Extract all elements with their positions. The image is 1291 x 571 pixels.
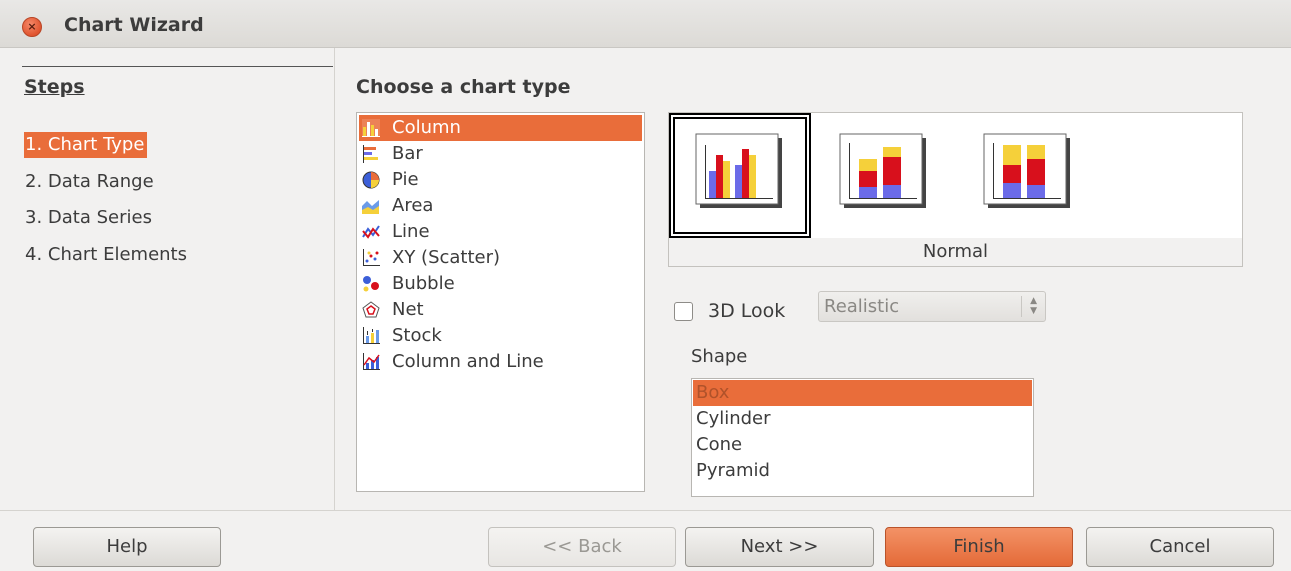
stacked-column-variant-icon <box>839 133 926 208</box>
window-title: Chart Wizard <box>64 14 204 36</box>
percent-stacked-column-variant[interactable] <box>961 113 1103 238</box>
area-chart-icon <box>362 200 379 214</box>
pie-chart-icon <box>362 171 380 189</box>
chart-type-line[interactable]: Line <box>359 219 642 245</box>
net-chart-icon <box>362 301 380 318</box>
help-button[interactable]: Help <box>33 527 221 567</box>
scatter-chart-icon <box>363 249 380 266</box>
line-chart-icon <box>362 225 380 239</box>
close-icon[interactable]: × <box>22 17 42 37</box>
step-chart-elements[interactable]: 4. Chart Elements <box>24 242 190 268</box>
choose-chart-type-title: Choose a chart type <box>356 76 571 98</box>
chart-type-list[interactable]: Column Bar Pie Area Line XY (Scatter) Bu… <box>356 112 645 492</box>
shape-list[interactable]: Box Cylinder Cone Pyramid <box>691 378 1034 497</box>
chart-type-bar[interactable]: Bar <box>359 141 642 167</box>
chart-type-pie[interactable]: Pie <box>359 167 642 193</box>
bubble-chart-icon <box>363 276 379 292</box>
chart-type-label: XY (Scatter) <box>392 247 501 268</box>
steps-sidebar: Steps 1. Chart Type 2. Data Range 3. Dat… <box>0 48 335 510</box>
3d-scheme-select[interactable]: Realistic ▲ ▼ <box>818 291 1046 322</box>
chart-type-label: Line <box>392 221 430 242</box>
shape-item-cone[interactable]: Cone <box>693 432 1032 458</box>
steps-title: Steps <box>24 76 85 98</box>
chart-type-stock[interactable]: Stock <box>359 323 642 349</box>
chart-type-label: Stock <box>392 325 442 346</box>
step-chart-type[interactable]: 1. Chart Type <box>24 132 148 158</box>
chart-type-column-and-line[interactable]: Column and Line <box>359 349 642 375</box>
chart-variant-panel: Normal <box>668 112 1243 267</box>
chart-type-label: Bubble <box>392 273 455 294</box>
button-bar: Help << Back Next >> Finish Cancel <box>0 510 1291 571</box>
chart-type-net[interactable]: Net <box>359 297 642 323</box>
step-data-range[interactable]: 2. Data Range <box>24 169 157 195</box>
finish-button[interactable]: Finish <box>885 527 1073 567</box>
normal-column-variant[interactable] <box>669 113 811 238</box>
variant-caption: Normal <box>669 238 1242 266</box>
3d-look-label-text: 3D Look <box>708 300 786 322</box>
bar-chart-icon <box>363 145 378 163</box>
chart-type-label: Column <box>392 117 461 138</box>
percent-stacked-column-variant-icon <box>983 133 1070 208</box>
3d-look-label: 3D Look <box>708 300 785 322</box>
shape-item-pyramid[interactable]: Pyramid <box>693 458 1032 484</box>
shape-item-box[interactable]: Box <box>693 380 1032 406</box>
chart-type-label: Net <box>392 299 424 320</box>
stock-chart-icon <box>363 327 380 344</box>
chart-type-area[interactable]: Area <box>359 193 642 219</box>
3d-look-checkbox[interactable] <box>674 302 693 321</box>
chart-type-xy-scatter[interactable]: XY (Scatter) <box>359 245 642 271</box>
chart-type-label: Pie <box>392 169 419 190</box>
chart-type-column[interactable]: Column <box>359 115 642 141</box>
cancel-button[interactable]: Cancel <box>1086 527 1274 567</box>
chart-type-label: Column and Line <box>392 351 544 372</box>
shape-label: Shape <box>691 346 748 367</box>
chart-type-bubble[interactable]: Bubble <box>359 271 642 297</box>
next-button[interactable]: Next >> <box>685 527 874 567</box>
column-and-line-chart-icon <box>363 353 380 370</box>
chart-type-label: Area <box>392 195 434 216</box>
column-chart-icon <box>362 119 380 137</box>
steps-divider <box>22 66 333 67</box>
step-data-series[interactable]: 3. Data Series <box>24 205 155 231</box>
chart-type-label: Bar <box>392 143 423 164</box>
3d-scheme-value: Realistic <box>824 296 900 317</box>
stacked-column-variant[interactable] <box>815 113 957 238</box>
shape-item-cylinder[interactable]: Cylinder <box>693 406 1032 432</box>
normal-column-variant-icon <box>695 133 782 208</box>
back-button[interactable]: << Back <box>488 527 676 567</box>
select-arrows-icon: ▲ ▼ <box>1021 296 1037 317</box>
title-bar: × Chart Wizard <box>0 0 1291 48</box>
